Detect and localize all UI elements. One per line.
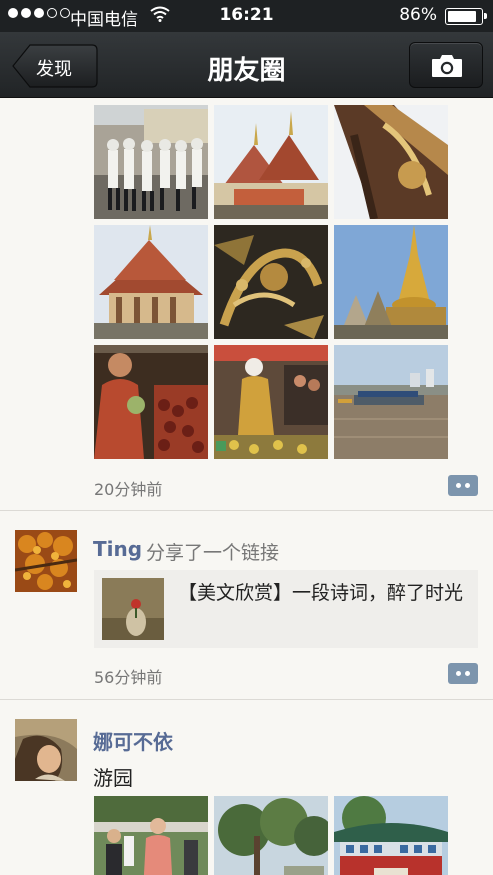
temple-eave-photo [334,105,448,219]
photo-thumbnail[interactable] [94,345,208,459]
author-name[interactable]: 娜可不依 [93,726,173,755]
photo-thumbnail[interactable] [334,796,448,875]
avatar[interactable] [15,530,77,592]
status-bar: 中国电信 16:21 86% [0,0,493,32]
garden-people-photo [94,796,208,875]
link-thumbnail-image [102,578,164,640]
photo-thumbnail[interactable] [214,345,328,459]
author-name[interactable]: Ting [93,537,142,561]
camera-button[interactable] [409,42,483,88]
river-boats-photo [334,345,448,459]
link-title: 【美文欣赏】一段诗词，醉了时光 [178,582,464,604]
photo-thumbnail[interactable] [94,225,208,339]
photo-thumbnail[interactable] [94,105,208,219]
post-divider [0,699,493,700]
market-stall-photo [214,345,328,459]
avatar-woman-portrait-image [15,719,77,781]
post-text: 游园 [93,766,133,790]
photo-thumbnail[interactable] [214,796,328,875]
battery-icon [445,8,487,25]
photo-thumbnail[interactable] [94,796,208,875]
post-timestamp: 20分钟前 [94,480,163,499]
avatar[interactable] [15,719,77,781]
post-divider [0,510,493,511]
avatar-autumn-leaves-image [15,530,77,592]
photo-thumbnail[interactable] [214,225,328,339]
shared-link-card[interactable]: 【美文欣赏】一段诗词，醉了时光 [94,570,478,648]
temple-roofs-photo [214,105,328,219]
post-timestamp: 56分钟前 [94,668,163,687]
fruit-vendor-photo [94,345,208,459]
photo-thumbnail[interactable] [334,225,448,339]
comment-menu-button[interactable] [448,663,478,684]
moments-feed[interactable]: 20分钟前 Ting 分享了一个链接 【美文欣赏】一段诗词，醉了时光 56分钟前 [0,98,493,875]
gold-mural-photo [214,225,328,339]
photo-thumbnail[interactable] [334,345,448,459]
golden-stupa-photo [334,225,448,339]
royal-guards-photo [94,105,208,219]
photo-thumbnail[interactable] [214,105,328,219]
camera-icon [432,55,462,77]
temple-hall-photo [94,225,208,339]
navigation-bar: 发现 朋友圈 [0,32,493,98]
post-action-text: 分享了一个链接 [146,542,280,564]
comment-menu-button[interactable] [448,475,478,496]
photo-thumbnail[interactable] [334,105,448,219]
battery-percent: 86% [399,5,437,25]
link-thumbnail [102,578,164,640]
chinese-gate-photo [334,796,448,875]
garden-trees-photo [214,796,328,875]
